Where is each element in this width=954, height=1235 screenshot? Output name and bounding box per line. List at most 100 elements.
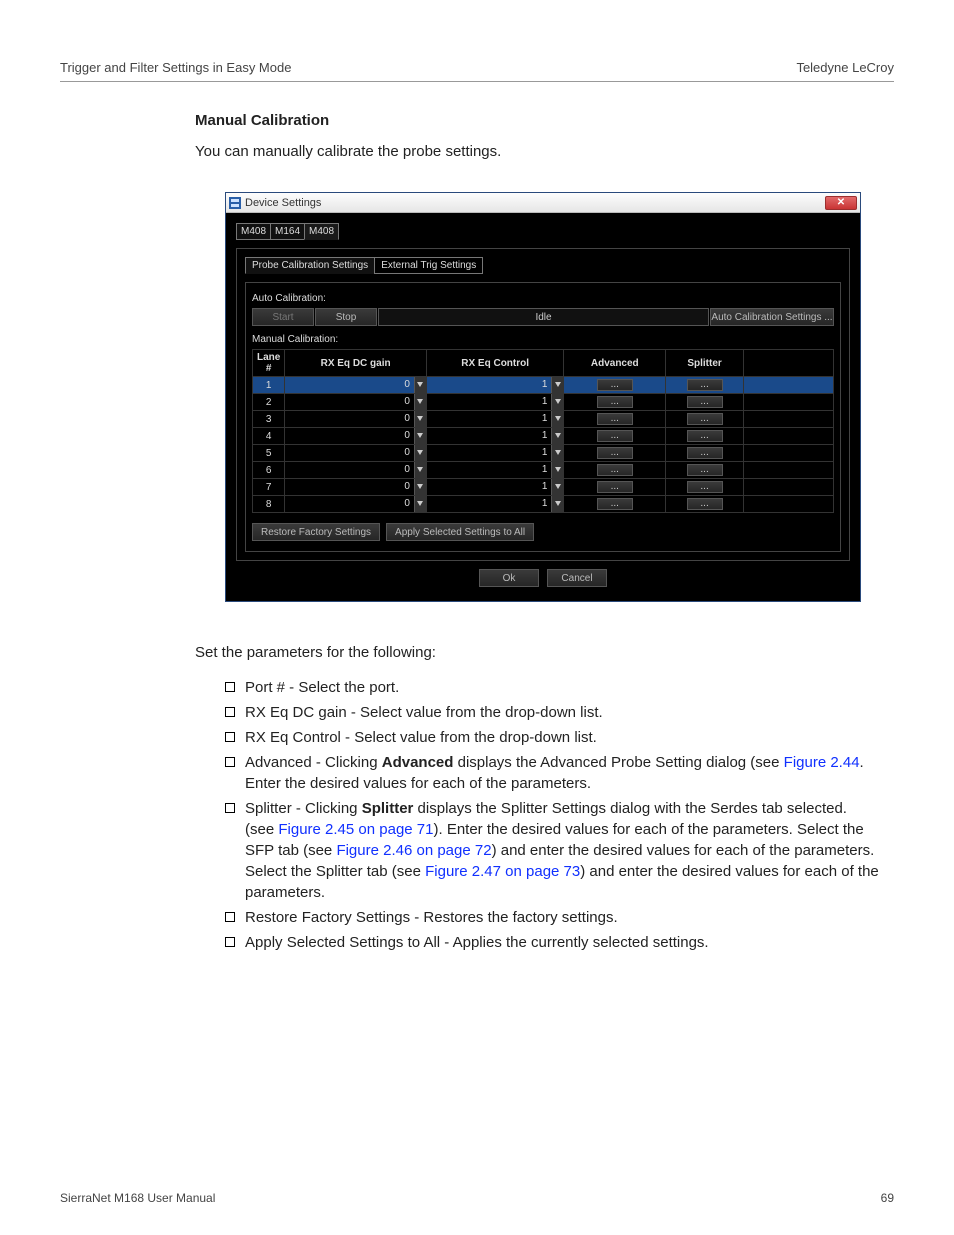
chevron-down-icon[interactable] <box>551 411 563 427</box>
advanced-button[interactable]: ... <box>597 379 633 391</box>
splitter-button[interactable]: ... <box>687 396 723 408</box>
header-right: Teledyne LeCroy <box>796 60 894 75</box>
dc-gain-cell[interactable]: 0 <box>285 394 427 411</box>
advanced-button[interactable]: ... <box>597 413 633 425</box>
eq-control-cell[interactable]: 1 <box>426 462 564 479</box>
app-icon <box>229 197 241 209</box>
splitter-button[interactable]: ... <box>687 481 723 493</box>
splitter-button[interactable]: ... <box>687 430 723 442</box>
splitter-button[interactable]: ... <box>687 464 723 476</box>
splitter-cell: ... <box>666 377 744 394</box>
tab-m408-2[interactable]: M408 <box>304 223 339 240</box>
chevron-down-icon[interactable] <box>551 394 563 410</box>
table-row[interactable]: 601...... <box>253 462 834 479</box>
splitter-button[interactable]: ... <box>687 498 723 510</box>
chevron-down-icon[interactable] <box>414 428 426 444</box>
lane-cell: 4 <box>253 428 285 445</box>
col-dc-gain: RX Eq DC gain <box>285 350 427 377</box>
advanced-button[interactable]: ... <box>597 481 633 493</box>
checkbox-icon <box>225 912 235 922</box>
start-button[interactable]: Start <box>252 308 314 326</box>
params-intro: Set the parameters for the following: <box>195 642 880 663</box>
close-button[interactable]: ✕ <box>825 196 857 210</box>
table-row[interactable]: 801...... <box>253 496 834 513</box>
eq-control-cell[interactable]: 1 <box>426 411 564 428</box>
splitter-cell: ... <box>666 496 744 513</box>
table-row[interactable]: 201...... <box>253 394 834 411</box>
dc-gain-cell[interactable]: 0 <box>285 496 427 513</box>
table-row[interactable]: 301...... <box>253 411 834 428</box>
dc-gain-cell[interactable]: 0 <box>285 479 427 496</box>
calibration-status: Idle <box>378 308 709 326</box>
splitter-button[interactable]: ... <box>687 447 723 459</box>
advanced-cell: ... <box>564 445 666 462</box>
apply-selected-settings-button[interactable]: Apply Selected Settings to All <box>386 523 534 541</box>
dc-gain-cell[interactable]: 0 <box>285 428 427 445</box>
xref-figure-2-45[interactable]: Figure 2.45 on page 71 <box>278 821 433 838</box>
list-item: RX Eq Control - Select value from the dr… <box>245 727 597 748</box>
splitter-cell: ... <box>666 479 744 496</box>
dialog-title: Device Settings <box>245 197 321 209</box>
eq-control-cell[interactable]: 1 <box>426 496 564 513</box>
tab-m408-0[interactable]: M408 <box>236 223 271 240</box>
table-row[interactable]: 401...... <box>253 428 834 445</box>
table-row[interactable]: 701...... <box>253 479 834 496</box>
restore-factory-settings-button[interactable]: Restore Factory Settings <box>252 523 380 541</box>
splitter-cell: ... <box>666 394 744 411</box>
dc-gain-cell[interactable]: 0 <box>285 377 427 394</box>
auto-calibration-settings-button[interactable]: Auto Calibration Settings ... <box>710 308 834 326</box>
tab-m164-1[interactable]: M164 <box>270 223 305 240</box>
manual-calibration-label: Manual Calibration: <box>252 334 834 345</box>
chevron-down-icon[interactable] <box>414 394 426 410</box>
table-row[interactable]: 101...... <box>253 377 834 394</box>
chevron-down-icon[interactable] <box>414 411 426 427</box>
section-title: Manual Calibration <box>195 112 880 129</box>
chevron-down-icon[interactable] <box>551 496 563 512</box>
chevron-down-icon[interactable] <box>414 479 426 495</box>
chevron-down-icon[interactable] <box>551 377 563 393</box>
advanced-button[interactable]: ... <box>597 447 633 459</box>
eq-control-cell[interactable]: 1 <box>426 479 564 496</box>
dc-gain-cell[interactable]: 0 <box>285 462 427 479</box>
xref-figure-2-46[interactable]: Figure 2.46 on page 72 <box>336 842 491 859</box>
xref-figure-2-47[interactable]: Figure 2.47 on page 73 <box>425 863 580 880</box>
chevron-down-icon[interactable] <box>551 462 563 478</box>
eq-control-cell[interactable]: 1 <box>426 394 564 411</box>
list-item: Apply Selected Settings to All - Applies… <box>245 932 709 953</box>
eq-control-cell[interactable]: 1 <box>426 445 564 462</box>
advanced-button[interactable]: ... <box>597 464 633 476</box>
chevron-down-icon[interactable] <box>551 479 563 495</box>
stop-button[interactable]: Stop <box>315 308 377 326</box>
advanced-button[interactable]: ... <box>597 430 633 442</box>
chevron-down-icon[interactable] <box>551 428 563 444</box>
chevron-down-icon[interactable] <box>551 445 563 461</box>
xref-figure-2-44[interactable]: Figure 2.44 <box>784 754 860 771</box>
ok-button[interactable]: Ok <box>479 569 539 587</box>
splitter-cell: ... <box>666 428 744 445</box>
advanced-cell: ... <box>564 394 666 411</box>
parameter-list: Port # - Select the port. RX Eq DC gain … <box>225 677 880 953</box>
subtab-external-trig[interactable]: External Trig Settings <box>374 257 483 274</box>
checkbox-icon <box>225 757 235 767</box>
list-item: Port # - Select the port. <box>245 677 399 698</box>
advanced-button[interactable]: ... <box>597 498 633 510</box>
dc-gain-cell[interactable]: 0 <box>285 411 427 428</box>
splitter-button[interactable]: ... <box>687 413 723 425</box>
subtab-probe-calibration[interactable]: Probe Calibration Settings <box>245 257 375 274</box>
splitter-cell: ... <box>666 462 744 479</box>
chevron-down-icon[interactable] <box>414 462 426 478</box>
checkbox-icon <box>225 707 235 717</box>
intro-text: You can manually calibrate the probe set… <box>195 141 880 162</box>
dc-gain-cell[interactable]: 0 <box>285 445 427 462</box>
eq-control-cell[interactable]: 1 <box>426 377 564 394</box>
cancel-button[interactable]: Cancel <box>547 569 607 587</box>
advanced-cell: ... <box>564 462 666 479</box>
table-row[interactable]: 501...... <box>253 445 834 462</box>
eq-control-cell[interactable]: 1 <box>426 428 564 445</box>
page-footer: SierraNet M168 User Manual 69 <box>60 1191 894 1205</box>
chevron-down-icon[interactable] <box>414 445 426 461</box>
advanced-button[interactable]: ... <box>597 396 633 408</box>
chevron-down-icon[interactable] <box>414 377 426 393</box>
splitter-button[interactable]: ... <box>687 379 723 391</box>
chevron-down-icon[interactable] <box>414 496 426 512</box>
